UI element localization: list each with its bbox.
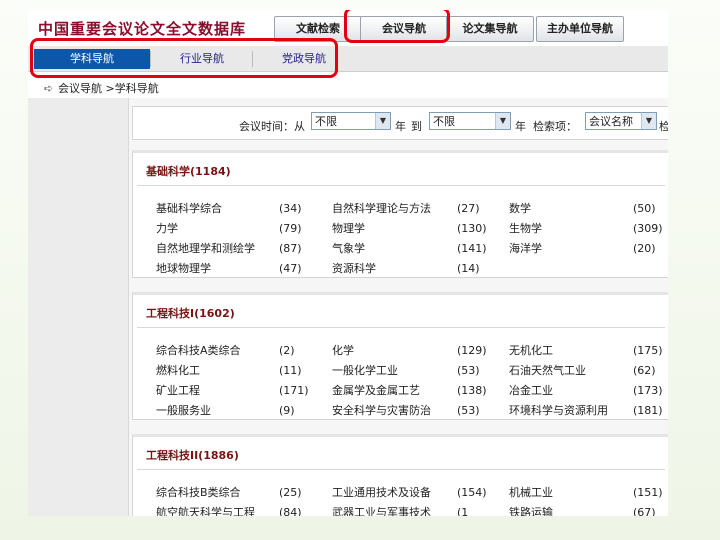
subject-link[interactable]: 机械工业	[509, 484, 553, 500]
breadcrumb-text[interactable]: 会议导航 >学科导航	[58, 82, 159, 95]
tab-proceedings-nav[interactable]: 论文集导航	[446, 16, 534, 42]
subject-link[interactable]: 生物学	[509, 220, 542, 236]
year-label: 年	[515, 120, 526, 133]
tab-conference-nav[interactable]: 会议导航	[360, 16, 448, 42]
arrow-right-icon: ➪	[44, 82, 54, 95]
subnav-subject[interactable]: 学科导航	[34, 49, 150, 69]
subject-count: (25)	[279, 486, 302, 499]
breadcrumb: ➪ 会议导航 >学科导航	[44, 80, 159, 96]
subject-link[interactable]: 武器工业与军事技术	[332, 504, 431, 516]
from-year-select[interactable]: 不限 ▼	[311, 112, 391, 130]
subject-link[interactable]: 地球物理学	[156, 260, 211, 276]
left-sidebar	[28, 98, 129, 516]
subject-count: (181)	[633, 404, 663, 417]
tab-literature-search[interactable]: 文献检索	[274, 16, 362, 42]
to-year-value: 不限	[433, 115, 455, 128]
page-title: 中国重要会议论文全文数据库	[38, 20, 247, 38]
subnav-industry[interactable]: 行业导航	[152, 49, 252, 69]
subject-link[interactable]: 环境科学与资源利用	[509, 402, 608, 418]
category-panel-engineering-1: 工程科技I(1602) 综合科技A类综合 (2) 化学 (129) 无机化工 (…	[132, 292, 668, 420]
divider	[137, 469, 665, 470]
subject-count: (9)	[279, 404, 295, 417]
search-item-label: 检索项：	[533, 120, 577, 133]
subject-link[interactable]: 石油天然气工业	[509, 362, 586, 378]
subject-count: (151)	[633, 486, 663, 499]
from-year-value: 不限	[315, 115, 337, 128]
subject-count: (173)	[633, 384, 663, 397]
category-title[interactable]: 基础科学(1184)	[146, 163, 231, 179]
subject-count: (138)	[457, 384, 487, 397]
subject-link[interactable]: 数学	[509, 200, 531, 216]
subject-count: (27)	[457, 202, 480, 215]
divider	[137, 185, 665, 186]
subject-count: (20)	[633, 242, 656, 255]
category-title[interactable]: 工程科技II(1886)	[146, 447, 239, 463]
search-button-label[interactable]: 检	[659, 118, 668, 134]
subject-count: (53)	[457, 404, 480, 417]
subject-link[interactable]: 物理学	[332, 220, 365, 236]
category-panel-engineering-2: 工程科技II(1886) 综合科技B类综合 (25) 工业通用技术及设备 (15…	[132, 434, 668, 516]
sub-navigation-bar: 学科导航 行业导航 党政导航	[28, 46, 668, 72]
subject-link[interactable]: 一般服务业	[156, 402, 211, 418]
subject-count: (14)	[457, 262, 480, 275]
subject-link[interactable]: 力学	[156, 220, 178, 236]
search-item-value: 会议名称	[589, 115, 633, 128]
subject-count: (84)	[279, 506, 302, 516]
subject-count: (79)	[279, 222, 302, 235]
subject-count: (141)	[457, 242, 487, 255]
subject-link[interactable]: 自然科学理论与方法	[332, 200, 431, 216]
subject-link[interactable]: 工业通用技术及设备	[332, 484, 431, 500]
to-label: 到	[411, 120, 422, 133]
subject-link[interactable]: 基础科学综合	[156, 200, 222, 216]
subject-count: (309)	[633, 222, 663, 235]
subject-link[interactable]: 矿业工程	[156, 382, 200, 398]
subject-link[interactable]: 燃料化工	[156, 362, 200, 378]
subject-count: (1	[457, 506, 469, 516]
subject-count: (2)	[279, 344, 295, 357]
subject-count: (129)	[457, 344, 487, 357]
subject-count: (87)	[279, 242, 302, 255]
subject-count: (67)	[633, 506, 656, 516]
subject-count: (175)	[633, 344, 663, 357]
year-label: 年	[395, 120, 406, 133]
subject-link[interactable]: 安全科学与灾害防治	[332, 402, 431, 418]
to-year-select[interactable]: 不限 ▼	[429, 112, 511, 130]
chevron-down-icon: ▼	[641, 113, 656, 129]
category-title[interactable]: 工程科技I(1602)	[146, 305, 235, 321]
screenshot-frame: 中国重要会议论文全文数据库 文献检索 会议导航 论文集导航 主办单位导航 学科导…	[28, 10, 668, 516]
subject-count: (34)	[279, 202, 302, 215]
subject-count: (50)	[633, 202, 656, 215]
subnav-divider	[150, 51, 151, 67]
subject-link[interactable]: 气象学	[332, 240, 365, 256]
subject-link[interactable]: 无机化工	[509, 342, 553, 358]
subject-link[interactable]: 综合科技A类综合	[156, 342, 241, 358]
chevron-down-icon: ▼	[375, 113, 390, 129]
subject-link[interactable]: 一般化学工业	[332, 362, 398, 378]
time-label: 会议时间：从	[239, 120, 305, 133]
subject-link[interactable]: 航空航天科学与工程	[156, 504, 255, 516]
subject-link[interactable]: 海洋学	[509, 240, 542, 256]
subject-link[interactable]: 金属学及金属工艺	[332, 382, 420, 398]
search-item-select[interactable]: 会议名称 ▼	[585, 112, 657, 130]
subject-link[interactable]: 自然地理学和测绘学	[156, 240, 255, 256]
subject-link[interactable]: 化学	[332, 342, 354, 358]
chevron-down-icon: ▼	[495, 113, 510, 129]
subnav-party-government[interactable]: 党政导航	[254, 49, 354, 69]
subject-count: (130)	[457, 222, 487, 235]
subject-count: (47)	[279, 262, 302, 275]
subject-count: (62)	[633, 364, 656, 377]
subject-count: (11)	[279, 364, 302, 377]
subject-link[interactable]: 资源科学	[332, 260, 376, 276]
subject-count: (171)	[279, 384, 309, 397]
divider	[137, 327, 665, 328]
subject-count: (53)	[457, 364, 480, 377]
subject-count: (154)	[457, 486, 487, 499]
filter-bar: 会议时间：从 不限 ▼ 年 到 不限 ▼ 年 检索项： 会议名称 ▼ 检	[132, 106, 668, 140]
subject-link[interactable]: 铁路运输	[509, 504, 553, 516]
subnav-divider	[252, 51, 253, 67]
category-panel-basic-science: 基础科学(1184) 基础科学综合 (34) 自然科学理论与方法 (27) 数学…	[132, 150, 668, 278]
tab-organizer-nav[interactable]: 主办单位导航	[536, 16, 624, 42]
subject-link[interactable]: 冶金工业	[509, 382, 553, 398]
subject-link[interactable]: 综合科技B类综合	[156, 484, 241, 500]
